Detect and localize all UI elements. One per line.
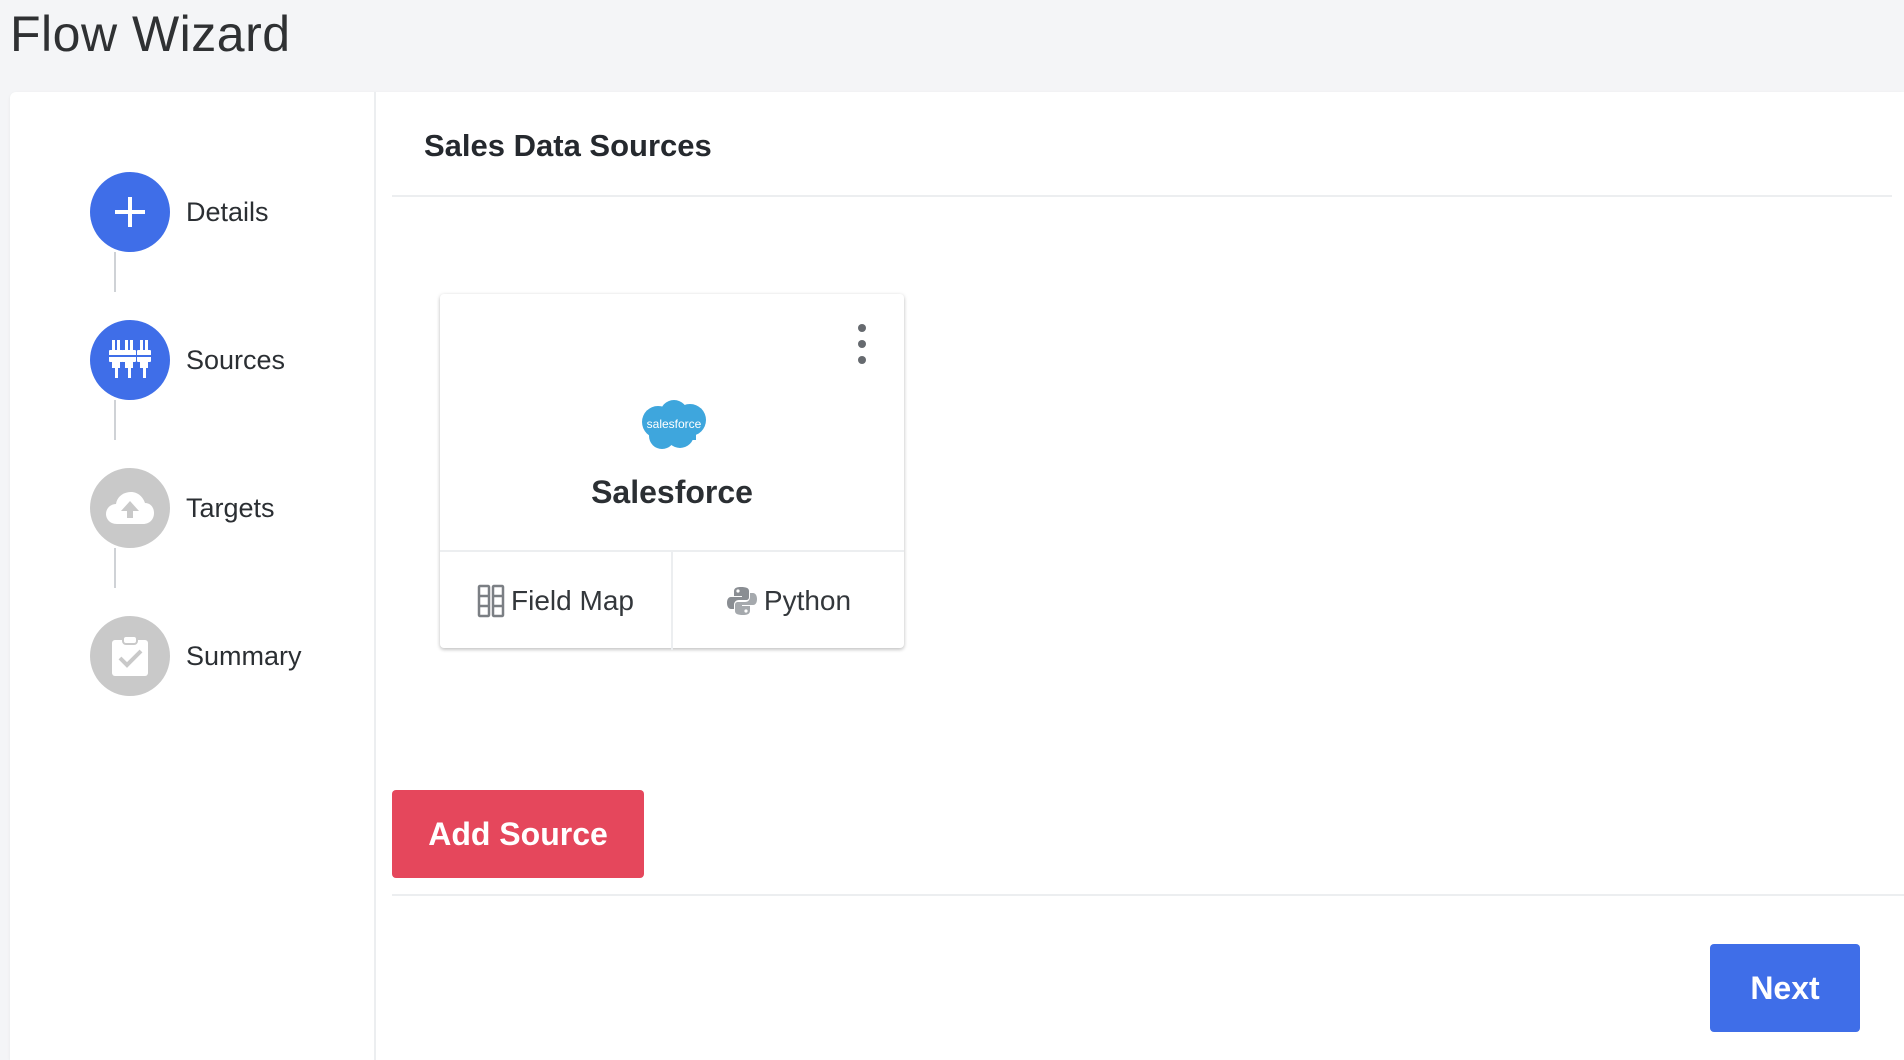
main-content: Sales Data Sources salesforce Salesforce	[376, 92, 1904, 1060]
field-map-icon	[477, 584, 505, 618]
step-connector	[114, 252, 116, 292]
source-card[interactable]: salesforce Salesforce Field Map Python	[440, 294, 904, 650]
step-connector	[114, 548, 116, 588]
step-label: Details	[186, 197, 269, 227]
section-title: Sales Data Sources	[424, 128, 712, 163]
step-label: Sources	[186, 345, 286, 375]
next-button[interactable]: Next	[1710, 944, 1860, 1032]
step-summary[interactable]: Summary	[90, 616, 370, 696]
divider	[392, 894, 1904, 896]
wizard-panel: Details Sources Targets Summary Sales Da…	[10, 92, 1904, 1060]
step-connector	[114, 400, 116, 440]
step-sources[interactable]: Sources	[90, 320, 370, 400]
field-map-button[interactable]: Field Map	[440, 552, 671, 650]
field-map-label: Field Map	[511, 585, 634, 616]
salesforce-logo: salesforce	[642, 400, 706, 449]
python-icon	[726, 587, 757, 615]
step-details[interactable]: Details	[90, 172, 370, 252]
source-name: Salesforce	[591, 474, 753, 510]
step-label: Targets	[186, 493, 275, 523]
card-actions: Field Map Python	[440, 550, 904, 650]
cloud-upload-icon	[90, 468, 170, 548]
divider	[392, 195, 1892, 197]
step-label: Summary	[186, 641, 302, 671]
python-label: Python	[763, 585, 852, 616]
python-button[interactable]: Python	[671, 552, 904, 650]
wizard-stepper: Details Sources Targets Summary	[10, 92, 376, 1060]
page-title: Flow Wizard	[10, 6, 291, 62]
connector-icon	[90, 320, 170, 400]
plus-icon	[90, 172, 170, 252]
clipboard-check-icon	[90, 616, 170, 696]
add-source-button[interactable]: Add Source	[392, 790, 644, 878]
step-targets[interactable]: Targets	[90, 468, 370, 548]
logo-text: salesforce	[647, 417, 702, 431]
more-options-icon[interactable]	[850, 324, 874, 364]
